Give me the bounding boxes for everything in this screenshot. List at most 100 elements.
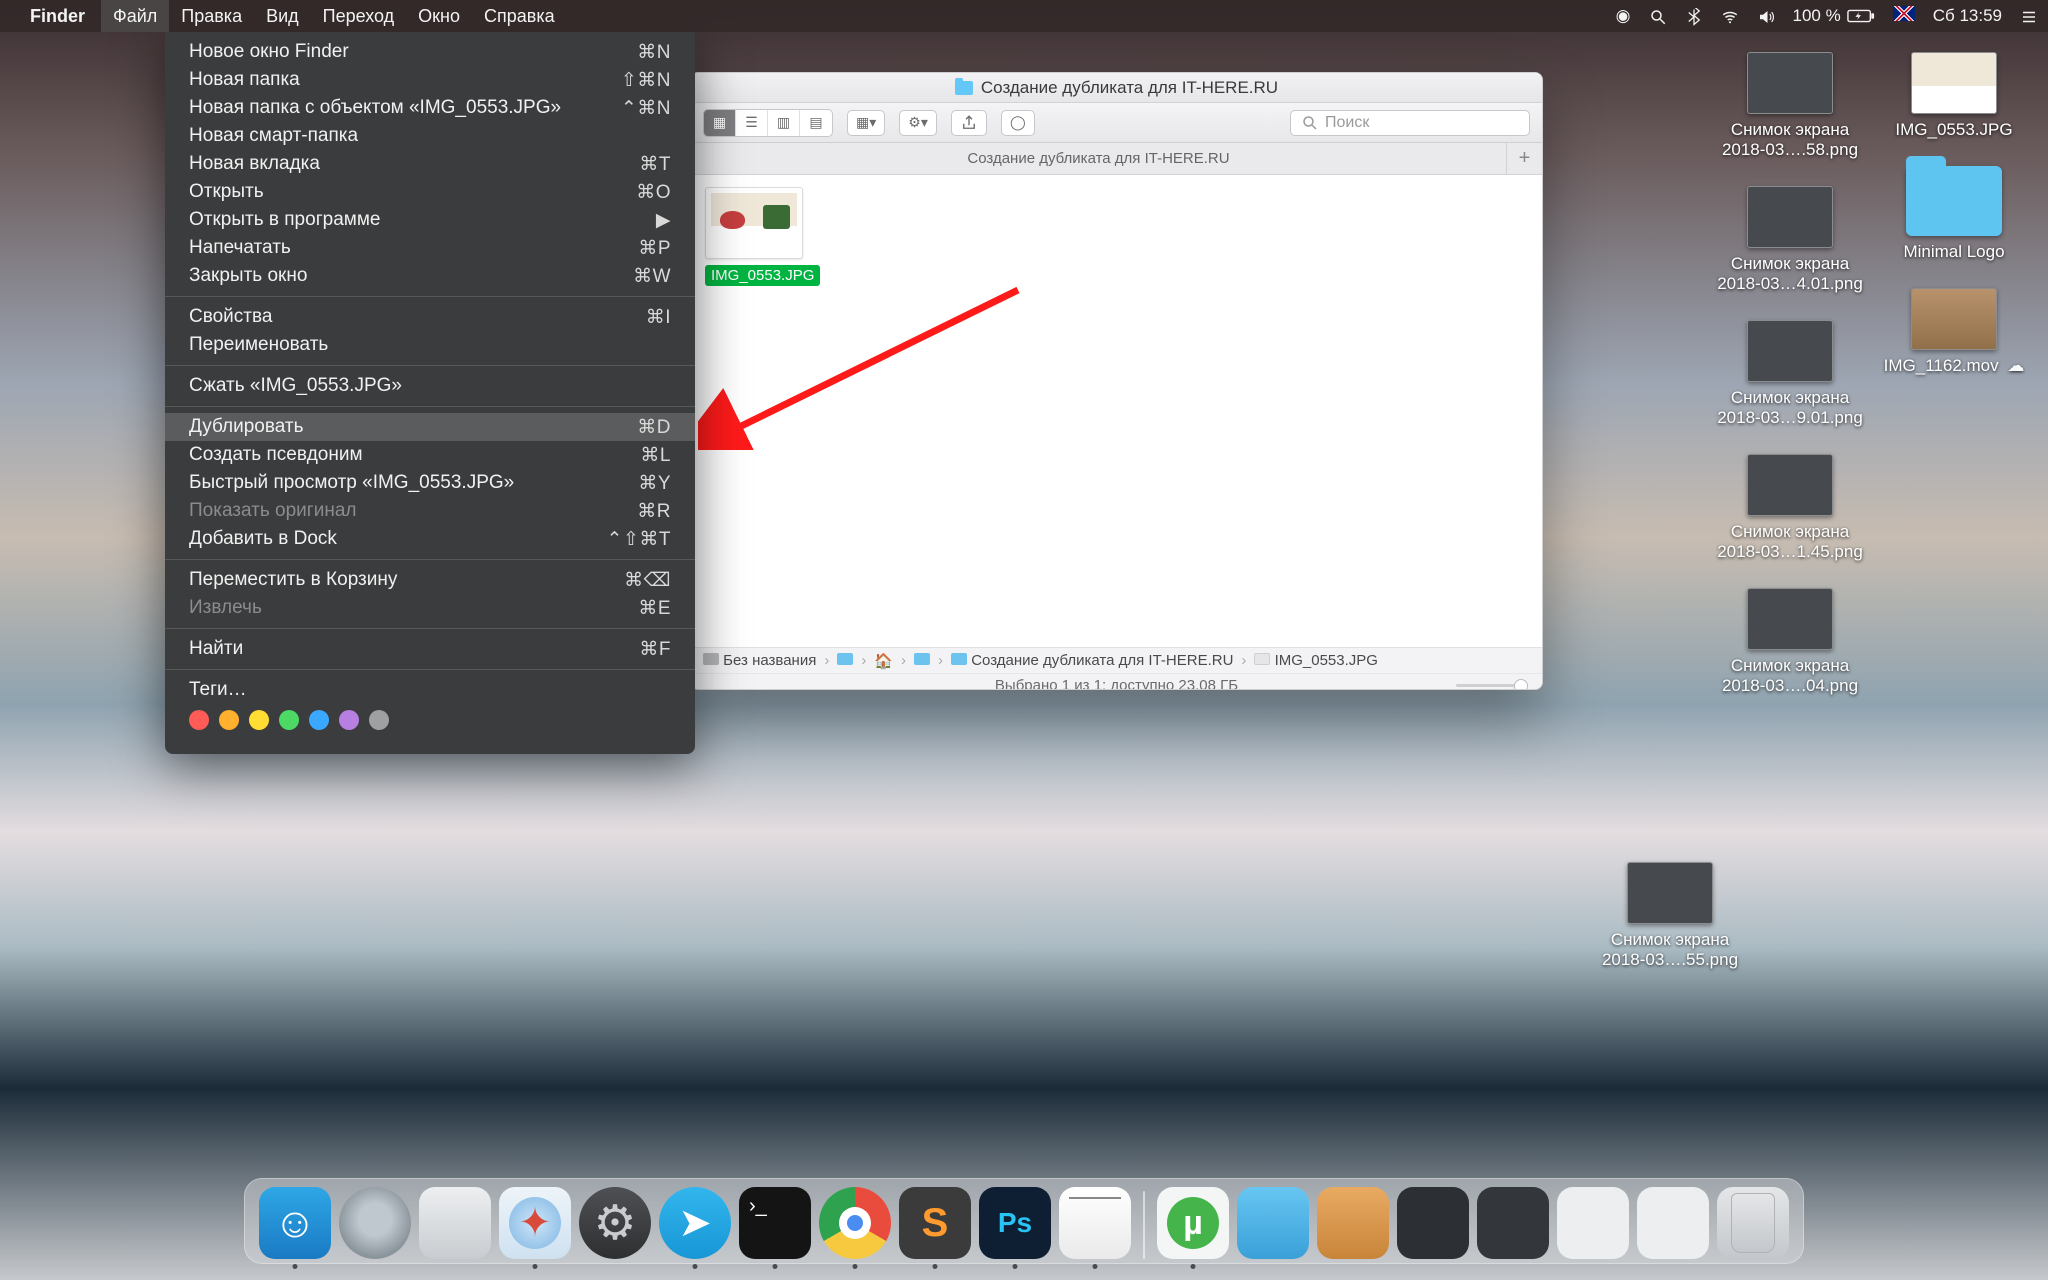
menu-item[interactable]: Новая папка с объектом «IMG_0553.JPG»⌃⌘N	[165, 94, 695, 122]
dock-item-min-2[interactable]	[1557, 1187, 1629, 1259]
dock-item-min-3[interactable]	[1637, 1187, 1709, 1259]
dock-item-settings[interactable]: ⚙	[579, 1187, 651, 1259]
desktop-item[interactable]: Снимок экрана2018-03….58.png	[1712, 52, 1868, 160]
running-indicator	[933, 1264, 938, 1269]
dock-item-chrome[interactable]	[819, 1187, 891, 1259]
view-icons-button[interactable]: ▦	[704, 110, 736, 136]
path-segment[interactable]	[914, 652, 930, 669]
dock-item-textedit[interactable]	[1059, 1187, 1131, 1259]
dock-item-utorrent[interactable]: µ	[1157, 1187, 1229, 1259]
dock-item-telegram[interactable]: ➤	[659, 1187, 731, 1259]
siri-icon[interactable]: ◉	[1616, 6, 1631, 26]
dock-item-folder-1[interactable]	[1237, 1187, 1309, 1259]
dock-item-app-x[interactable]	[419, 1187, 491, 1259]
desktop-item[interactable]: Снимок экрана2018-03….04.png	[1712, 588, 1868, 696]
tag-color[interactable]	[339, 710, 359, 730]
menu-go[interactable]: Переход	[311, 0, 407, 32]
desktop-thumbnail	[1747, 52, 1833, 114]
finder-file-area[interactable]: IMG_0553.JPG	[691, 175, 1542, 647]
menu-item[interactable]: Переименовать	[165, 331, 695, 359]
finder-search[interactable]: Поиск	[1290, 110, 1530, 136]
menu-file[interactable]: Файл	[101, 0, 169, 32]
menu-item[interactable]: Теги…	[165, 676, 695, 704]
menu-item[interactable]: Свойства⌘I	[165, 303, 695, 331]
path-segment[interactable]	[837, 652, 853, 669]
menu-item[interactable]: Сжать «IMG_0553.JPG»	[165, 372, 695, 400]
menu-item[interactable]: Открыть в программе▶	[165, 206, 695, 234]
notifications-icon[interactable]	[2020, 6, 2038, 26]
dock-item-finder[interactable]: ☺	[259, 1187, 331, 1259]
menu-item[interactable]: Добавить в Dock⌃⇧⌘T	[165, 525, 695, 553]
file-item[interactable]: IMG_0553.JPG	[705, 187, 809, 286]
path-segment[interactable]: Без названия	[703, 652, 816, 669]
menu-item[interactable]: Новое окно Finder⌘N	[165, 38, 695, 66]
view-columns-button[interactable]: ▥	[768, 110, 800, 136]
running-indicator	[693, 1264, 698, 1269]
dock-item-photoshop[interactable]: Ps	[979, 1187, 1051, 1259]
menu-edit[interactable]: Правка	[169, 0, 254, 32]
clock[interactable]: Сб 13:59	[1933, 6, 2002, 26]
menu-item[interactable]: Быстрый просмотр «IMG_0553.JPG»⌘Y	[165, 469, 695, 497]
menu-item[interactable]: Создать псевдоним⌘L	[165, 441, 695, 469]
menu-item[interactable]: Переместить в Корзину⌘⌫	[165, 566, 695, 594]
menu-item[interactable]: Дублировать⌘D	[165, 413, 695, 441]
view-list-button[interactable]: ☰	[736, 110, 768, 136]
menu-item[interactable]: Открыть⌘O	[165, 178, 695, 206]
arrange-button[interactable]: ▦▾	[847, 110, 885, 136]
desktop-item[interactable]: Снимок экрана2018-03….55.png	[1592, 862, 1748, 970]
volume-icon[interactable]	[1757, 6, 1775, 26]
finder-title-bar[interactable]: Создание дубликата для IT-HERE.RU	[691, 73, 1542, 103]
path-segment[interactable]: Создание дубликата для IT-HERE.RU	[951, 652, 1233, 669]
dock-item-launchpad[interactable]	[339, 1187, 411, 1259]
action-button[interactable]: ⚙▾	[899, 110, 937, 136]
input-source-flag[interactable]	[1893, 6, 1915, 26]
tag-color[interactable]	[249, 710, 269, 730]
menu-view[interactable]: Вид	[254, 0, 311, 32]
dock-item-safari[interactable]: ✦	[499, 1187, 571, 1259]
dock-item-folder-3[interactable]	[1397, 1187, 1469, 1259]
new-tab-button[interactable]: +	[1506, 143, 1542, 174]
menu-item[interactable]: Напечатать⌘P	[165, 234, 695, 262]
menu-item[interactable]: Новая вкладка⌘T	[165, 150, 695, 178]
battery-status[interactable]: 100 %	[1793, 6, 1875, 26]
dock-item-sublime[interactable]: S	[899, 1187, 971, 1259]
menu-item[interactable]: Найти⌘F	[165, 635, 695, 663]
view-coverflow-button[interactable]: ▤	[800, 110, 832, 136]
menu-item[interactable]: Новая смарт-папка	[165, 122, 695, 150]
menu-separator	[165, 296, 695, 297]
menu-item[interactable]: Закрыть окно⌘W	[165, 262, 695, 290]
desktop-item[interactable]: IMG_0553.JPG	[1876, 52, 2032, 140]
desktop-item[interactable]: Minimal Logo	[1876, 166, 2032, 262]
icon-size-slider[interactable]	[1456, 679, 1528, 691]
app-name[interactable]: Finder	[30, 6, 85, 27]
tag-color[interactable]	[309, 710, 329, 730]
file-thumbnail	[705, 187, 803, 259]
share-button[interactable]	[951, 110, 987, 136]
desktop-label: Снимок экрана2018-03….04.png	[1722, 656, 1858, 696]
dock-item-min-1[interactable]	[1477, 1187, 1549, 1259]
tag-color[interactable]	[369, 710, 389, 730]
tag-color[interactable]	[189, 710, 209, 730]
desktop-thumbnail	[1911, 288, 1997, 350]
desktop-item[interactable]: Снимок экрана2018-03…1.45.png	[1712, 454, 1868, 562]
bluetooth-icon[interactable]	[1685, 6, 1703, 26]
dock-item-terminal[interactable]: ›_	[739, 1187, 811, 1259]
menu-help[interactable]: Справка	[472, 0, 567, 32]
dock-item-trash[interactable]	[1717, 1187, 1789, 1259]
desktop-item[interactable]: Снимок экрана2018-03…4.01.png	[1712, 186, 1868, 294]
menu-window[interactable]: Окно	[406, 0, 472, 32]
tag-color[interactable]	[279, 710, 299, 730]
path-segment[interactable]: IMG_0553.JPG	[1254, 652, 1378, 669]
path-segment[interactable]: 🏠	[874, 652, 893, 670]
tag-color[interactable]	[219, 710, 239, 730]
desktop-thumbnail	[1627, 862, 1713, 924]
menu-item[interactable]: Новая папка⇧⌘N	[165, 66, 695, 94]
spotlight-icon[interactable]	[1649, 6, 1667, 26]
desktop-thumbnail	[1911, 52, 1997, 114]
dock-item-folder-2[interactable]	[1317, 1187, 1389, 1259]
finder-tab[interactable]: Создание дубликата для IT-HERE.RU	[691, 143, 1506, 174]
tags-button[interactable]: ◯	[1001, 110, 1035, 136]
wifi-icon[interactable]	[1721, 6, 1739, 26]
desktop-item[interactable]: Снимок экрана2018-03…9.01.png	[1712, 320, 1868, 428]
desktop-item[interactable]: IMG_1162.mov ☁︎	[1876, 288, 2032, 376]
